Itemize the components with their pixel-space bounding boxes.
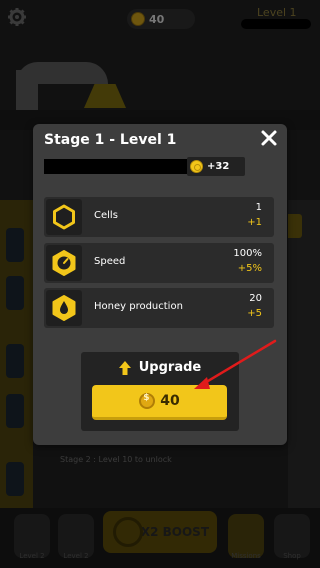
hexagon-icon [53, 204, 75, 230]
level-reward: +32 [187, 157, 245, 176]
stat-icon-box [46, 245, 82, 281]
stat-name: Honey production [94, 301, 183, 312]
stat-name: Speed [94, 256, 126, 267]
gauge-icon [52, 250, 76, 276]
stat-delta: +1 [247, 217, 262, 228]
level-progress-bar [44, 159, 187, 174]
upgrade-price: 40 [160, 393, 180, 409]
stat-delta: +5% [237, 263, 262, 274]
coin-icon [190, 160, 203, 173]
arrow-up-icon [118, 360, 131, 375]
coin-icon [139, 393, 156, 409]
stat-value: 20 [249, 293, 262, 304]
upgrade-label: Upgrade [138, 360, 202, 375]
stat-icon-box [46, 290, 82, 326]
reward-amount: +32 [207, 161, 230, 172]
upgrade-panel: Upgrade 40 [81, 352, 239, 431]
stat-value: 100% [233, 248, 262, 259]
upgrade-button[interactable]: 40 [92, 385, 227, 420]
level-upgrade-dialog: Stage 1 - Level 1 +32 Cells 1 +1 Speed 1… [33, 124, 287, 445]
stat-name: Cells [94, 210, 118, 221]
stat-value: 1 [255, 202, 262, 213]
upgrade-heading: Upgrade [81, 360, 239, 375]
stat-delta: +5 [247, 308, 262, 319]
stat-row-speed: Speed 100% +5% [44, 243, 274, 283]
stat-row-honey-production: Honey production 20 +5 [44, 288, 274, 328]
close-icon[interactable] [259, 128, 279, 148]
stat-icon-box [46, 199, 82, 235]
dialog-title: Stage 1 - Level 1 [44, 132, 177, 148]
honey-drop-icon [52, 295, 76, 321]
stat-row-cells: Cells 1 +1 [44, 197, 274, 237]
